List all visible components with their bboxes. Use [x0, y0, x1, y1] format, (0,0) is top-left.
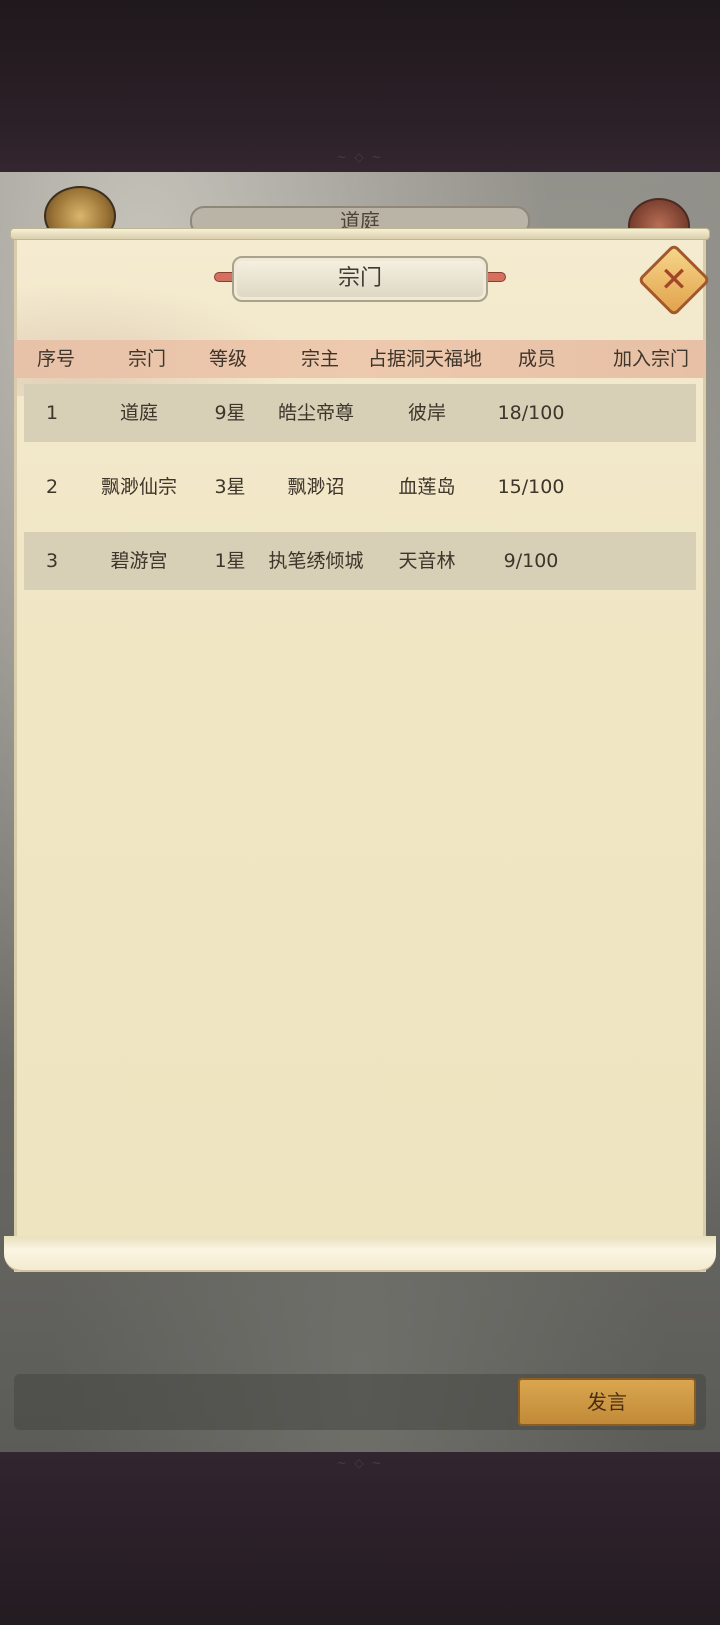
screen: ~ ◇ ~ 道庭 发言 ~ ◇ ~ 宗门 ✕ 序号 宗门 等级 宗主 占据洞天福… — [0, 0, 720, 1625]
row-index: 3 — [45, 550, 59, 572]
table-header: 序号 宗门 等级 宗主 占据洞天福地 成员 加入宗门 — [14, 340, 706, 378]
speak-button[interactable]: 发言 — [518, 1378, 696, 1426]
row-territory: 血莲岛 — [398, 476, 456, 498]
row-join[interactable] — [584, 384, 694, 442]
row-members: 9/100 — [503, 550, 559, 572]
row-members: 15/100 — [497, 476, 565, 498]
row-join[interactable] — [584, 532, 694, 590]
column-header-territory: 占据洞天福地 — [367, 348, 482, 370]
top-band: ~ ◇ ~ — [0, 0, 720, 172]
row-sect: 飘渺仙宗 — [100, 476, 177, 498]
row-members: 18/100 — [497, 402, 565, 424]
table-row[interactable]: 2 飘渺仙宗 3星 飘渺诏 血莲岛 15/100 — [24, 458, 696, 516]
row-territory: 彼岸 — [407, 402, 446, 424]
table-row[interactable]: 1 道庭 9星 皓尘帝尊 彼岸 18/100 — [24, 384, 696, 442]
scroll-curl-bottom — [4, 1236, 716, 1272]
row-index: 1 — [45, 402, 59, 424]
close-x-icon[interactable]: ✕ — [648, 254, 700, 306]
dialog-title-plaque: 宗门 — [232, 256, 488, 302]
row-sect: 碧游宫 — [110, 550, 168, 572]
column-header-join: 加入宗门 — [612, 348, 689, 370]
column-header-members: 成员 — [517, 348, 556, 370]
dialog-title: 宗门 — [337, 266, 382, 291]
bottom-band: ~ ◇ ~ — [0, 1452, 720, 1625]
column-header-level: 等级 — [208, 348, 247, 370]
column-header-sect: 宗门 — [127, 348, 166, 370]
row-sect: 道庭 — [119, 402, 158, 424]
row-join[interactable] — [584, 458, 694, 516]
row-territory: 天音林 — [398, 550, 456, 572]
bottom-ornament: ~ ◇ ~ — [336, 1456, 384, 1470]
top-ornament: ~ ◇ ~ — [336, 150, 384, 164]
row-index: 2 — [45, 476, 59, 498]
table-row[interactable]: 3 碧游宫 1星 执笔绣倾城 天音林 9/100 — [24, 532, 696, 590]
scroll-rod-top — [10, 228, 710, 240]
column-header-index: 序号 — [36, 348, 75, 370]
